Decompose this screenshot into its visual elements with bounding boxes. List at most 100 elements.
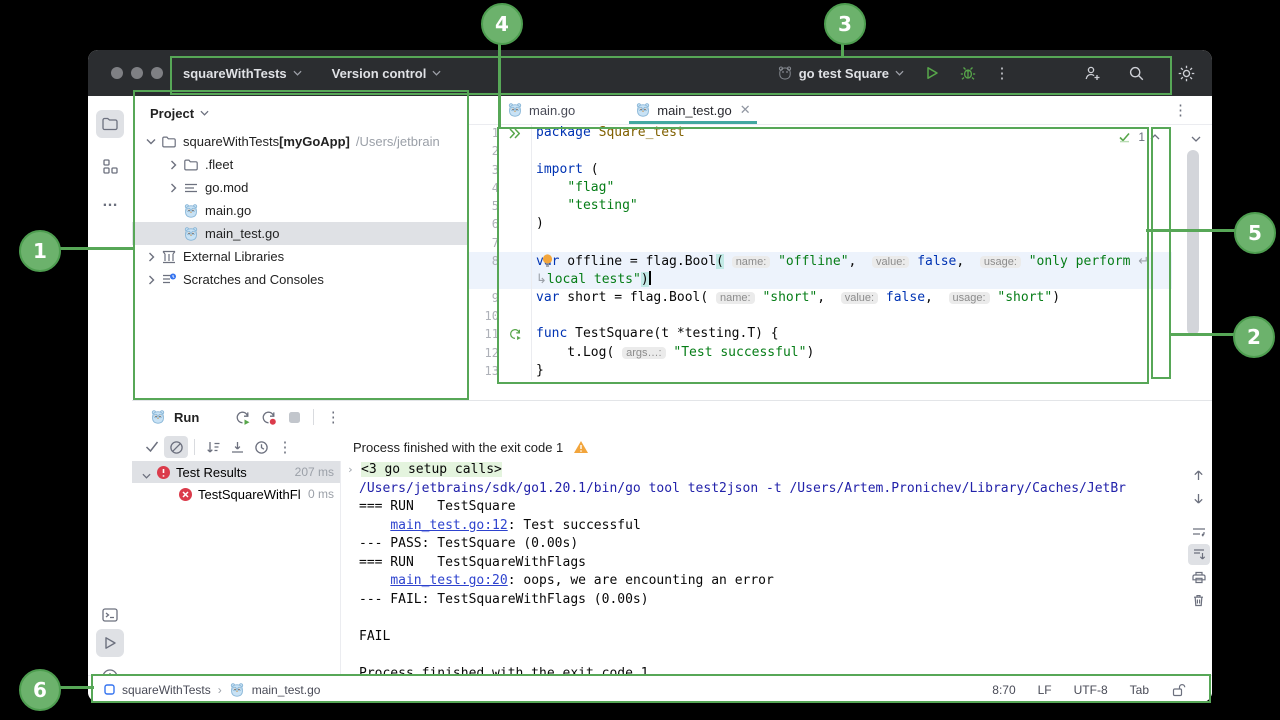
chevron-right-icon[interactable] bbox=[142, 252, 160, 262]
project-panel-header[interactable]: Project bbox=[132, 96, 467, 130]
terminal-tool-window-button[interactable] bbox=[96, 601, 124, 629]
run-panel-more-button[interactable]: ⋮ bbox=[320, 405, 346, 429]
run-file-gutter-icon[interactable] bbox=[499, 124, 532, 142]
structure-tool-window-button[interactable] bbox=[96, 152, 124, 180]
chevron-down-icon bbox=[895, 70, 904, 76]
show-ignored-button[interactable] bbox=[164, 436, 188, 458]
line-number: 12 bbox=[467, 344, 499, 362]
fold-chevron-icon[interactable]: › bbox=[345, 461, 361, 480]
macos-traffic-lights[interactable] bbox=[111, 67, 163, 79]
settings-gear-icon[interactable] bbox=[1172, 59, 1200, 87]
print-button[interactable] bbox=[1188, 567, 1210, 588]
console-file-link[interactable]: main_test.go:20 bbox=[390, 573, 507, 588]
close-tab-icon[interactable]: ✕ bbox=[740, 102, 751, 118]
code-editor[interactable]: 1package Square_test23import (4 "flag"5 … bbox=[467, 124, 1172, 400]
tab-options-button[interactable]: ⋮ bbox=[1173, 101, 1188, 119]
project-tree-item[interactable]: main.go bbox=[132, 199, 467, 222]
stop-button[interactable] bbox=[281, 405, 307, 429]
line-ending-widget[interactable]: LF bbox=[1038, 683, 1052, 697]
test-options-button[interactable]: ⋮ bbox=[273, 436, 297, 458]
rerun-test-gutter-icon[interactable] bbox=[499, 325, 532, 343]
minimize-window-icon[interactable] bbox=[131, 67, 143, 79]
console-text bbox=[359, 573, 390, 588]
project-tool-window-button[interactable] bbox=[96, 110, 124, 138]
console-file-link[interactable]: main_test.go:12 bbox=[390, 518, 507, 533]
test-toolbar: ⋮ Process finished with the exit code 1 bbox=[132, 433, 1212, 461]
console-indent bbox=[345, 498, 359, 517]
run-configuration-selector[interactable]: go test Square bbox=[777, 65, 904, 81]
line-number: 8 bbox=[467, 252, 499, 270]
debug-button[interactable] bbox=[954, 59, 982, 87]
project-widget[interactable]: squareWithTests bbox=[183, 66, 302, 81]
clear-console-button[interactable] bbox=[1188, 590, 1210, 611]
toolbar-divider bbox=[194, 439, 195, 455]
code-text: import ( bbox=[532, 161, 599, 179]
search-everywhere-button[interactable] bbox=[1122, 59, 1150, 87]
vcs-widget[interactable]: Version control bbox=[332, 66, 442, 81]
code-line: 3import ( bbox=[467, 161, 1172, 179]
chevron-right-icon[interactable] bbox=[164, 183, 182, 193]
project-tree-item[interactable]: squareWithTests [myGoApp] /Users/jetbrai… bbox=[132, 130, 467, 153]
tab-main-test-go[interactable]: main_test.go ✕ bbox=[625, 96, 760, 124]
code-with-me-button[interactable] bbox=[1078, 59, 1106, 87]
gutter bbox=[499, 197, 532, 215]
rerun-failed-tests-button[interactable] bbox=[255, 405, 281, 429]
test-history-clock-button[interactable] bbox=[249, 436, 273, 458]
console-line-text: <3 go setup calls> bbox=[361, 461, 502, 480]
console-text: === RUN TestSquareWithFlags bbox=[359, 555, 586, 570]
sort-tests-button[interactable] bbox=[201, 436, 225, 458]
run-panel-title: Run bbox=[174, 410, 199, 425]
tab-main-go[interactable]: main.go bbox=[497, 96, 585, 124]
more-tool-windows-button[interactable]: … bbox=[96, 188, 124, 216]
editor-scrollbar-thumb[interactable] bbox=[1187, 150, 1199, 335]
unlocked-icon[interactable] bbox=[1171, 683, 1186, 697]
test-console-output[interactable]: ›<3 go setup calls>/Users/jetbrains/sdk/… bbox=[345, 461, 1145, 676]
console-line: ›<3 go setup calls> bbox=[345, 461, 1145, 480]
project-tree-item[interactable]: .fleet bbox=[132, 153, 467, 176]
show-passed-button[interactable] bbox=[140, 436, 164, 458]
project-tree-item[interactable]: External Libraries bbox=[132, 245, 467, 268]
close-window-icon[interactable] bbox=[111, 67, 123, 79]
console-text: /Users/jetbrains/sdk/go1.20.1/bin/go too… bbox=[359, 481, 1126, 496]
indent-widget[interactable]: Tab bbox=[1130, 683, 1149, 697]
chevron-up-icon[interactable] bbox=[1150, 134, 1160, 140]
test-results-root-row[interactable]: Test Results 207 ms bbox=[132, 461, 340, 483]
test-failed-row[interactable]: TestSquareWithFl 0 ms bbox=[132, 483, 340, 505]
project-tree-item[interactable]: go.mod bbox=[132, 176, 467, 199]
breadcrumb: squareWithTests › main_test.go bbox=[88, 682, 320, 698]
more-actions-button[interactable]: ⋮ bbox=[988, 59, 1016, 87]
chevron-right-icon[interactable] bbox=[164, 160, 182, 170]
go-file-icon bbox=[507, 102, 523, 118]
test-node-label: Test Results bbox=[176, 465, 247, 480]
run-button[interactable] bbox=[918, 59, 946, 87]
tree-item-label: main.go bbox=[205, 203, 251, 218]
editor-scrollbar[interactable] bbox=[1184, 127, 1203, 376]
go-gopher-icon bbox=[150, 409, 166, 425]
encoding-widget[interactable]: UTF-8 bbox=[1074, 683, 1108, 697]
project-tree-item[interactable]: main_test.go bbox=[132, 222, 467, 245]
tree-item-module-label: [myGoApp] bbox=[279, 134, 350, 149]
scratch-icon bbox=[160, 272, 178, 288]
expand-collapse-button[interactable] bbox=[225, 436, 249, 458]
maximize-window-icon[interactable] bbox=[151, 67, 163, 79]
project-tree-item[interactable]: Scratches and Consoles bbox=[132, 268, 467, 291]
caret-position-widget[interactable]: 8:70 bbox=[992, 683, 1015, 697]
test-duration: 207 ms bbox=[295, 465, 334, 479]
breadcrumb-file[interactable]: main_test.go bbox=[252, 683, 321, 697]
code-text: var short = flag.Bool( name: "short", va… bbox=[532, 289, 1060, 307]
parameter-hint: name: bbox=[716, 292, 755, 304]
scroll-down-button[interactable] bbox=[1188, 488, 1210, 509]
rerun-tests-button[interactable] bbox=[229, 405, 255, 429]
scroll-to-end-button[interactable] bbox=[1188, 544, 1210, 565]
run-tool-window-button[interactable] bbox=[96, 629, 124, 657]
chevron-down-icon[interactable] bbox=[142, 138, 160, 145]
inspections-widget[interactable]: 1 bbox=[1119, 130, 1160, 144]
chevron-down-icon[interactable] bbox=[138, 465, 154, 479]
console-toolbar bbox=[1185, 461, 1212, 680]
breadcrumb-project[interactable]: squareWithTests bbox=[122, 683, 211, 697]
inspection-check-icon bbox=[1119, 131, 1133, 143]
chevron-right-icon[interactable] bbox=[142, 275, 160, 285]
gutter bbox=[499, 142, 532, 160]
soft-wrap-button[interactable] bbox=[1188, 521, 1210, 542]
scroll-up-button[interactable] bbox=[1188, 465, 1210, 486]
